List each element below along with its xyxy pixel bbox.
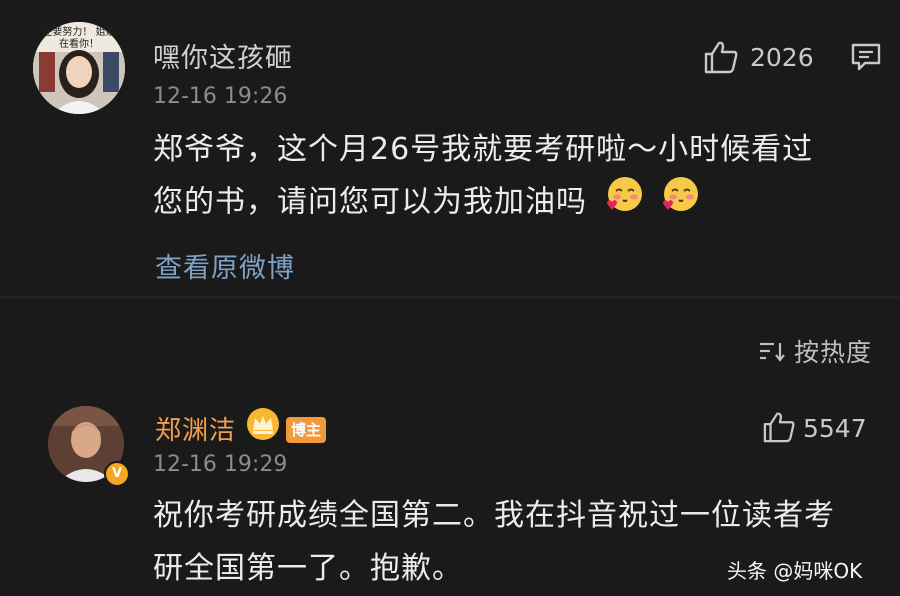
- avatar-caption: 还要努力！ 姐姐在看你！: [42, 27, 116, 50]
- username[interactable]: 嘿你这孩砸: [153, 36, 293, 75]
- timestamp: 12-16 19:26: [153, 84, 288, 109]
- comment-text: 您的书，请问您可以为我加油吗: [153, 184, 587, 220]
- like-count: 5547: [803, 414, 867, 443]
- sort-toggle[interactable]: 按热度: [758, 333, 872, 369]
- comment-text-line: 郑爷爷，这个月26号我就要考研啦～小时候看过: [153, 132, 814, 167]
- reply-button[interactable]: [850, 42, 882, 76]
- timestamp: 12-16 19:29: [153, 452, 288, 477]
- author-username[interactable]: 郑渊洁: [155, 410, 236, 447]
- divider: [0, 296, 900, 298]
- comment-body: 郑爷爷，这个月26号我就要考研啦～小时候看过 您的书，请问您可以为我加油吗: [153, 124, 883, 231]
- verified-badge-icon: V: [104, 461, 130, 487]
- blogger-badge: 博主: [286, 417, 327, 443]
- view-original-link[interactable]: 查看原微博: [155, 246, 295, 285]
- sort-icon: [760, 342, 785, 362]
- sort-label: 按热度: [794, 338, 873, 367]
- like-button[interactable]: [762, 411, 796, 447]
- comment-text-line: 您的书，请问您可以为我加油吗: [153, 175, 883, 231]
- comment-icon: [851, 43, 881, 71]
- blush-heart-emoji-icon: [604, 175, 644, 231]
- thumbs-up-icon: [704, 41, 738, 74]
- comment-text-line: 祝你考研成绩全国第二。我在抖音祝过一位读者考: [153, 498, 835, 533]
- watermark: 头条 @妈咪OK: [727, 559, 863, 583]
- like-button[interactable]: [703, 40, 739, 78]
- thumbs-up-icon: [763, 412, 795, 443]
- like-count: 2026: [750, 43, 814, 72]
- blush-heart-emoji-icon: [660, 175, 700, 231]
- crown-icon: [246, 407, 280, 445]
